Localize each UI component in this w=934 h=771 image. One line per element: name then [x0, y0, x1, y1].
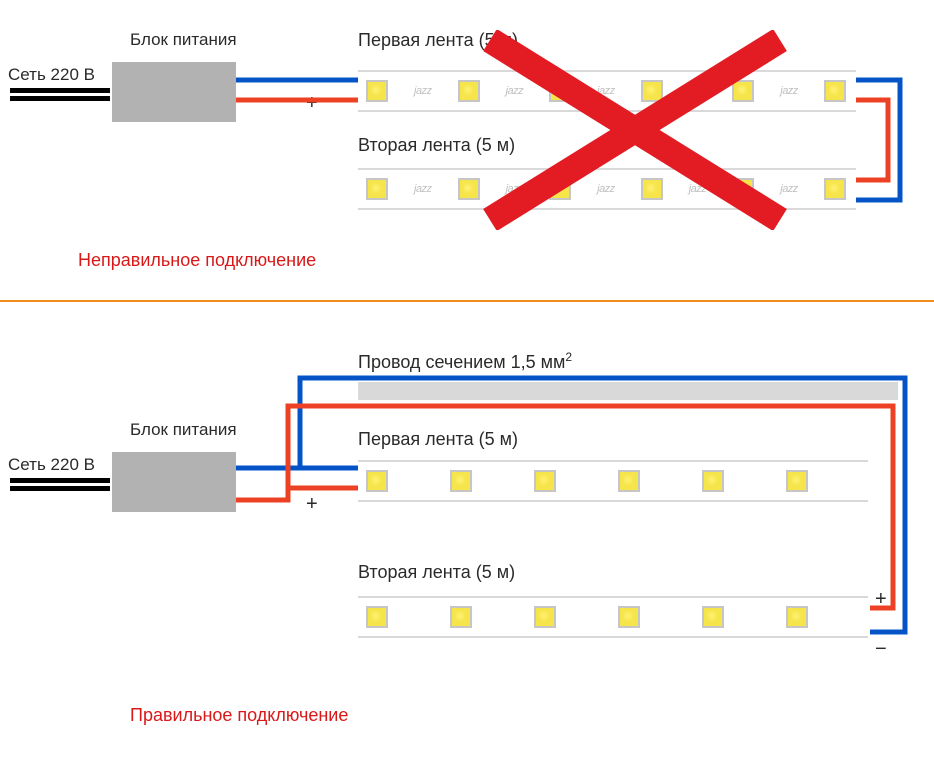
- strip2-label: Вторая лента (5 м): [358, 135, 515, 156]
- led-icon: [702, 470, 724, 492]
- correct-connection-diagram: Провод сечением 1,5 мм2 Блок питания Сет…: [0, 310, 934, 770]
- led-strip-2: jazz jazz jazz jazz jazz: [358, 168, 856, 210]
- led-icon: [618, 470, 640, 492]
- brand-label: jazz: [780, 85, 798, 97]
- led-icon: [824, 178, 846, 200]
- led-icon: [458, 80, 480, 102]
- led-icon: [732, 178, 754, 200]
- wrong-connection-diagram: Блок питания Сеть 220 В − + Первая лента…: [0, 0, 934, 310]
- strip2-label: Вторая лента (5 м): [358, 562, 515, 583]
- led-icon: [366, 606, 388, 628]
- led-strip-2: [358, 596, 868, 638]
- led-icon: [534, 470, 556, 492]
- led-icon: [450, 606, 472, 628]
- led-strip-1: [358, 460, 868, 502]
- brand-label: jazz: [506, 183, 524, 195]
- led-icon: [366, 80, 388, 102]
- brand-label: jazz: [780, 183, 798, 195]
- brand-label: jazz: [506, 85, 524, 97]
- led-icon: [641, 178, 663, 200]
- brand-label: jazz: [414, 85, 432, 97]
- led-icon: [366, 470, 388, 492]
- plus-sign: +: [875, 588, 887, 611]
- divider-line: [0, 300, 934, 302]
- led-icon: [366, 178, 388, 200]
- correct-caption: Правильное подключение: [130, 705, 348, 726]
- led-icon: [641, 80, 663, 102]
- led-icon: [458, 178, 480, 200]
- led-icon: [618, 606, 640, 628]
- brand-label: jazz: [689, 183, 707, 195]
- brand-label: jazz: [597, 85, 615, 97]
- strip1-label: Первая лента (5 м): [358, 30, 518, 51]
- led-icon: [786, 470, 808, 492]
- led-icon: [549, 80, 571, 102]
- wires-bottom: [0, 310, 934, 770]
- led-strip-1: jazz jazz jazz jazz jazz: [358, 70, 856, 112]
- wrong-caption: Неправильное подключение: [78, 250, 316, 271]
- led-icon: [702, 606, 724, 628]
- led-icon: [786, 606, 808, 628]
- brand-label: jazz: [597, 183, 615, 195]
- led-icon: [732, 80, 754, 102]
- minus-sign: −: [875, 638, 887, 661]
- led-icon: [534, 606, 556, 628]
- led-icon: [450, 470, 472, 492]
- brand-label: jazz: [689, 85, 707, 97]
- led-icon: [549, 178, 571, 200]
- brand-label: jazz: [414, 183, 432, 195]
- led-icon: [824, 80, 846, 102]
